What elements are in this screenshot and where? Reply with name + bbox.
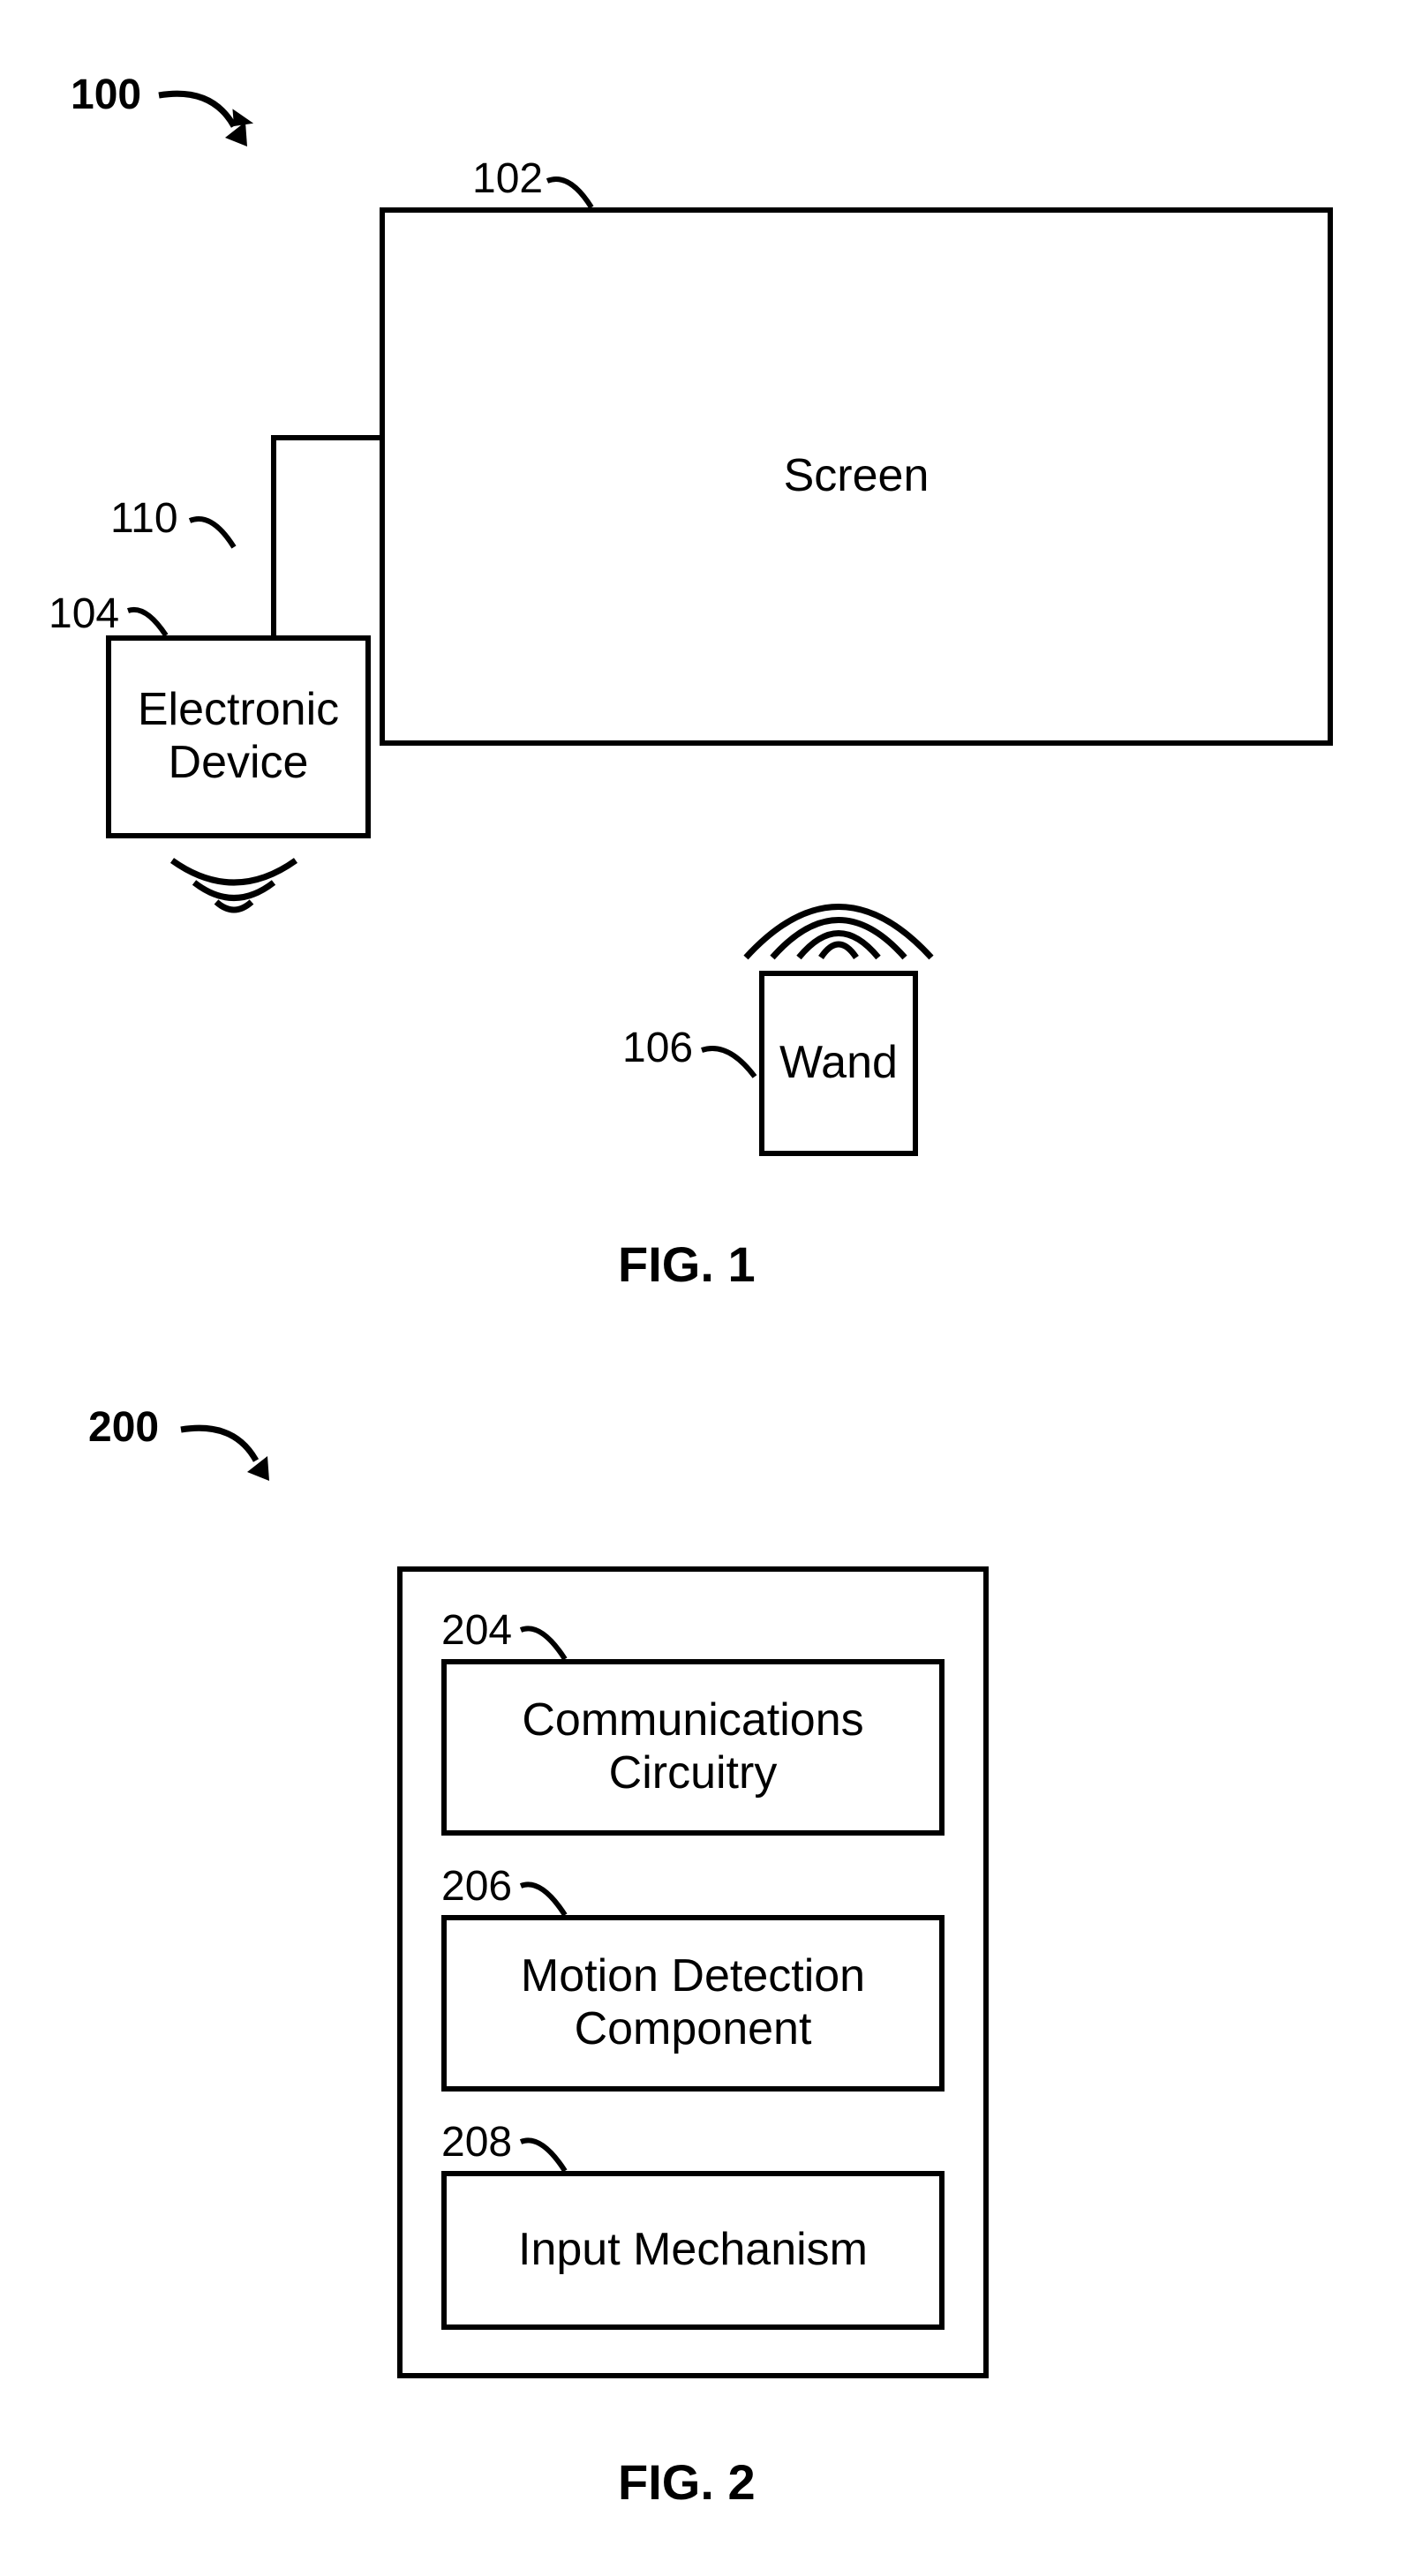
electronic-device-text: Electronic Device [138,684,339,790]
ref-200-label: 200 [88,1403,159,1452]
motion-box: Motion Detection Component [441,1915,945,2092]
electronic-device-box: Electronic Device [106,635,371,838]
ref-208-label: 208 [441,2118,512,2167]
leader-110-icon [185,507,247,552]
leader-206-icon [516,1875,574,1919]
page: 100 Screen 102 110 Electronic Device 104… [0,0,1415,2576]
hook-arrow-100-icon [150,78,274,166]
ref-106-label: 106 [622,1024,693,1072]
communications-box: Communications Circuitry [441,1659,945,1836]
fig2-caption: FIG. 2 [618,2453,756,2511]
ref-204-label: 204 [441,1606,512,1655]
ref-102-label: 102 [472,154,543,203]
fig1-caption: FIG. 1 [618,1235,756,1293]
wireless-arcs-up-icon [733,874,945,971]
leader-102-icon [543,168,605,212]
ref-100-label: 100 [71,71,141,119]
ref-206-label: 206 [441,1862,512,1911]
communications-text: Communications Circuitry [522,1694,863,1800]
ref-110-label: 110 [110,494,178,543]
wireless-arcs-down-icon [163,847,305,927]
wand-box: Wand [759,971,918,1156]
wand-box-text: Wand [779,1037,898,1090]
input-box: Input Mechanism [441,2171,945,2330]
leader-106-icon [697,1037,764,1081]
leader-204-icon [516,1619,574,1664]
input-text: Input Mechanism [518,2224,868,2277]
hook-arrow-200-icon [172,1412,296,1500]
screen-box-text: Screen [784,450,930,503]
connector-110-icon [234,432,393,653]
ref-104-label: 104 [49,590,119,638]
leader-104-icon [124,600,177,640]
motion-text: Motion Detection Component [521,1950,865,2056]
screen-box: Screen [380,207,1333,746]
leader-208-icon [516,2131,574,2175]
